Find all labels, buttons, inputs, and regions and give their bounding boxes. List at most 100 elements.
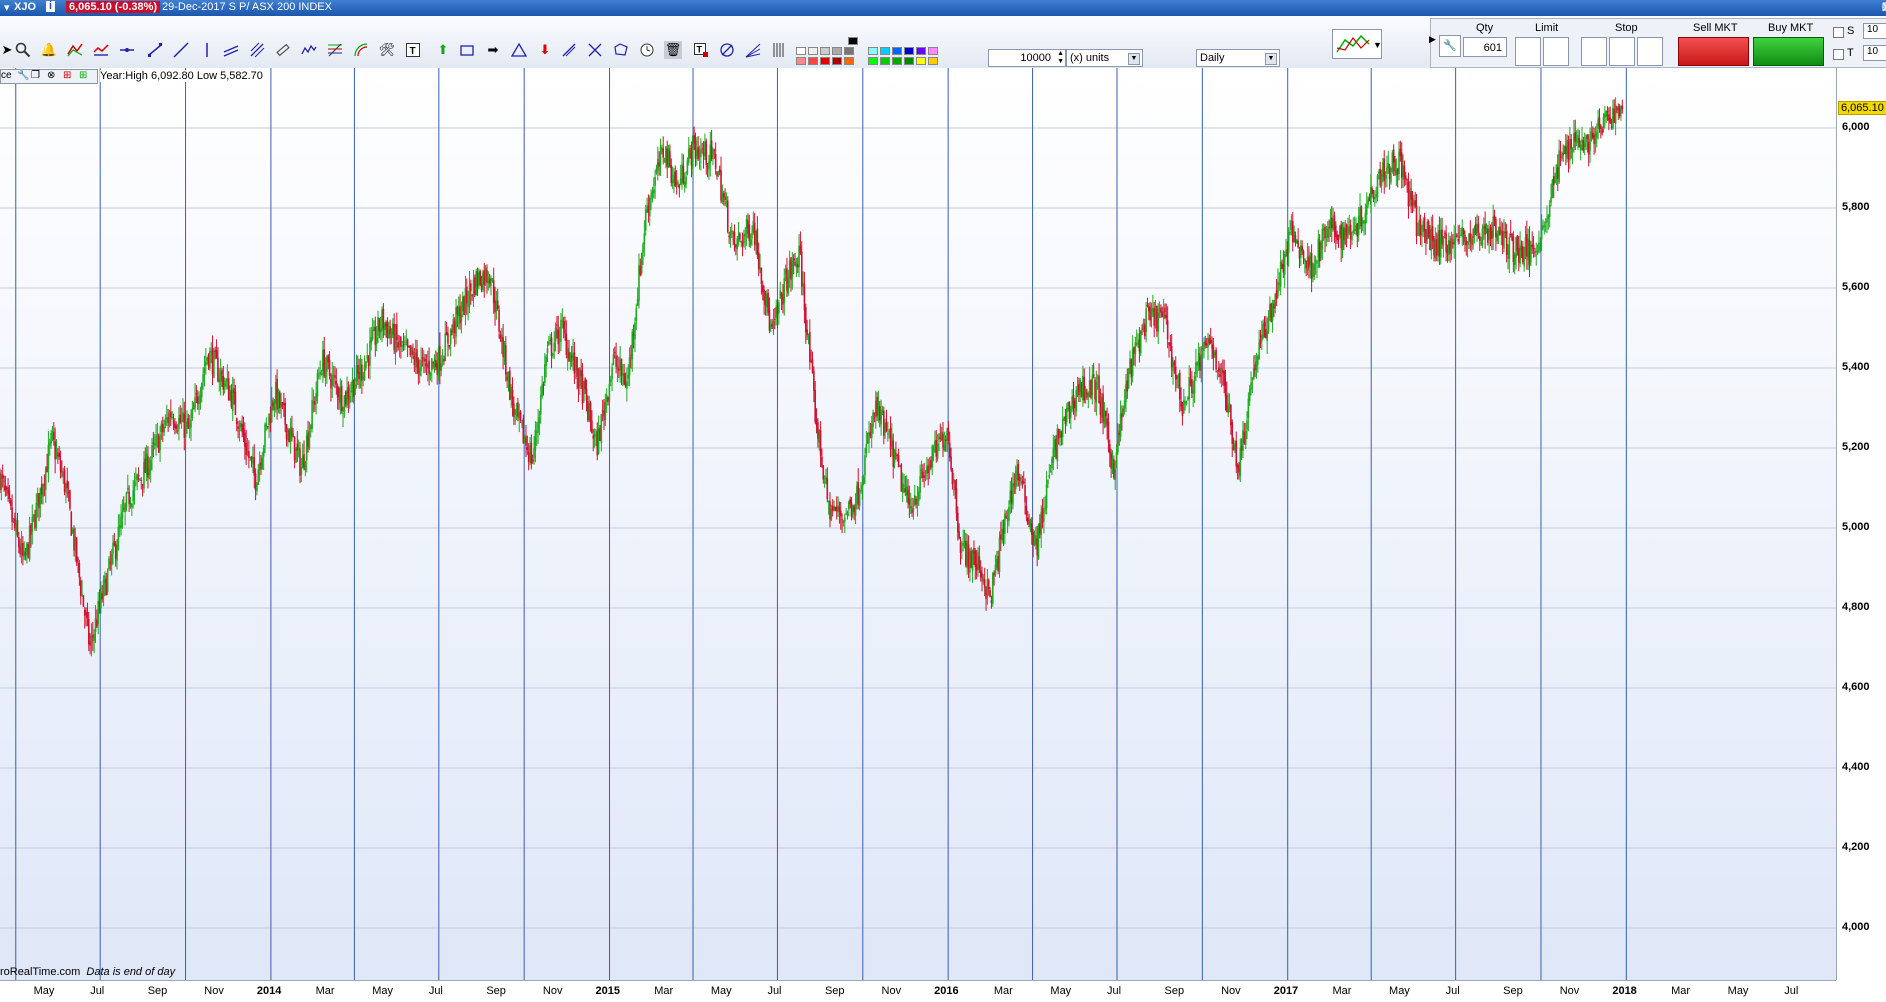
zoom-icon[interactable] xyxy=(14,41,32,59)
right-arrow-icon[interactable]: ➡ xyxy=(484,41,502,59)
text-edit-icon[interactable]: T xyxy=(692,41,710,59)
chart-type-button[interactable]: ▼ xyxy=(1332,29,1382,59)
candle-body xyxy=(253,457,256,476)
candle-body xyxy=(813,371,815,391)
candle-body xyxy=(505,345,507,375)
channel-icon[interactable] xyxy=(222,41,240,59)
candle-body xyxy=(744,233,747,237)
expand-arrow-icon[interactable]: ▶ xyxy=(1429,34,1436,45)
wrench-icon[interactable]: 🔧 xyxy=(1439,35,1461,57)
stop-sell-button[interactable] xyxy=(1609,37,1635,66)
alert-bell-icon[interactable]: 🔔 xyxy=(40,41,58,59)
candle-body xyxy=(1445,233,1447,253)
fib-arc-icon[interactable] xyxy=(352,41,370,59)
candle-body xyxy=(804,307,807,333)
vertical-line-icon[interactable] xyxy=(198,41,216,59)
color-palette[interactable] xyxy=(792,35,948,65)
units-select[interactable]: (x) units ▼ xyxy=(1066,49,1143,67)
ray-line-icon[interactable] xyxy=(172,41,190,59)
close-window-icon[interactable]: ✕ xyxy=(1882,1,1886,14)
month-tick-label: Jul xyxy=(1784,985,1799,997)
stop-buy-button[interactable] xyxy=(1581,37,1607,66)
text-tool-icon[interactable]: T xyxy=(404,41,422,59)
candle-body xyxy=(1406,179,1408,181)
trend-lines-icon[interactable] xyxy=(66,41,84,59)
add-red-icon[interactable]: ⊞ xyxy=(63,70,71,81)
month-tick-label: Nov xyxy=(1559,985,1580,997)
candle-body xyxy=(32,514,35,519)
cross-icon[interactable] xyxy=(586,41,604,59)
remove-icon[interactable] xyxy=(718,41,736,59)
price-tick-label: 5,200 xyxy=(1842,441,1870,453)
vertical-bars-icon[interactable] xyxy=(770,41,788,59)
t-input[interactable]: 10 xyxy=(1863,45,1886,61)
down-arrow-icon[interactable]: ⬇ xyxy=(536,41,554,59)
candle-body xyxy=(1104,410,1107,417)
candle-body xyxy=(576,357,578,378)
candle-body xyxy=(316,373,319,397)
candle-body xyxy=(448,345,451,347)
candle-body xyxy=(1139,330,1142,354)
rectangle-icon[interactable] xyxy=(458,41,476,59)
spin-arrows-icon[interactable]: ▲ ▼ xyxy=(1057,50,1064,66)
stop-trailing-button[interactable] xyxy=(1637,37,1663,66)
qty-input[interactable]: 601 xyxy=(1463,37,1507,57)
candle-body xyxy=(787,277,790,294)
limit-sell-button[interactable] xyxy=(1543,37,1569,66)
chevron-down-icon[interactable]: ▼ xyxy=(1265,53,1277,65)
units-stepper[interactable]: 10000 ▲ ▼ xyxy=(988,49,1066,67)
qty-label: Qty xyxy=(1476,22,1494,34)
pitchfork-icon[interactable] xyxy=(248,41,266,59)
s-checkbox[interactable] xyxy=(1833,27,1844,38)
chart-icon[interactable]: ▾ xyxy=(4,1,10,14)
symbol-label[interactable]: XJO xyxy=(14,1,36,13)
candle-body xyxy=(628,357,631,376)
candle-body xyxy=(1012,483,1014,505)
fibonacci-icon[interactable] xyxy=(326,41,344,59)
period-select[interactable]: Daily ▼ xyxy=(1196,49,1280,67)
tools-icon[interactable]: 🛠 xyxy=(378,41,396,59)
candle-body xyxy=(714,154,717,170)
candle-body xyxy=(1561,155,1563,159)
ruler-icon[interactable] xyxy=(274,41,292,59)
window-icon[interactable]: ❐ xyxy=(31,70,40,81)
triangle-icon[interactable] xyxy=(510,41,528,59)
candlestick-chart[interactable] xyxy=(0,68,1836,980)
candle-body xyxy=(612,354,615,365)
candle-body xyxy=(1419,218,1422,236)
indicator-icon[interactable] xyxy=(92,41,110,59)
shape-icon[interactable] xyxy=(612,41,630,59)
candle-body xyxy=(1047,479,1049,484)
candle-body xyxy=(1263,322,1266,327)
candle-body xyxy=(531,459,534,462)
price-chart-area[interactable] xyxy=(0,68,1836,980)
year-tick-label: 2015 xyxy=(595,985,620,997)
delete-drawing-icon[interactable]: 🗑 xyxy=(664,41,682,59)
time-icon[interactable] xyxy=(638,41,656,59)
s-input[interactable]: 10 xyxy=(1863,23,1886,39)
up-arrow-icon[interactable]: ⬆ xyxy=(434,41,452,59)
chevron-down-icon[interactable]: ▼ xyxy=(1128,53,1140,65)
t-checkbox[interactable] xyxy=(1833,49,1844,60)
limit-label: Limit xyxy=(1535,22,1559,34)
sell-market-button[interactable] xyxy=(1678,37,1749,66)
zigzag-icon[interactable] xyxy=(300,41,318,59)
candle-body xyxy=(176,429,179,432)
gann-fan-icon[interactable] xyxy=(744,41,762,59)
settings-icon[interactable]: 🔧 xyxy=(17,70,29,81)
month-tick-label: Jul xyxy=(767,985,782,997)
close-chart-icon[interactable]: ⊗ xyxy=(47,70,55,81)
candle-body xyxy=(59,460,62,472)
line-segment-icon[interactable] xyxy=(146,41,164,59)
buy-market-button[interactable] xyxy=(1753,37,1824,66)
candle-body xyxy=(648,197,651,217)
candle-body xyxy=(1477,223,1480,233)
horizontal-line-icon[interactable] xyxy=(118,41,136,59)
limit-buy-button[interactable] xyxy=(1515,37,1541,66)
candle-body xyxy=(1301,246,1303,251)
add-green-icon[interactable]: ⊞ xyxy=(79,70,87,81)
candle-body xyxy=(447,333,449,344)
info-icon[interactable]: i xyxy=(46,1,55,12)
cross-lines-icon[interactable] xyxy=(560,41,578,59)
candle-body xyxy=(682,165,685,184)
